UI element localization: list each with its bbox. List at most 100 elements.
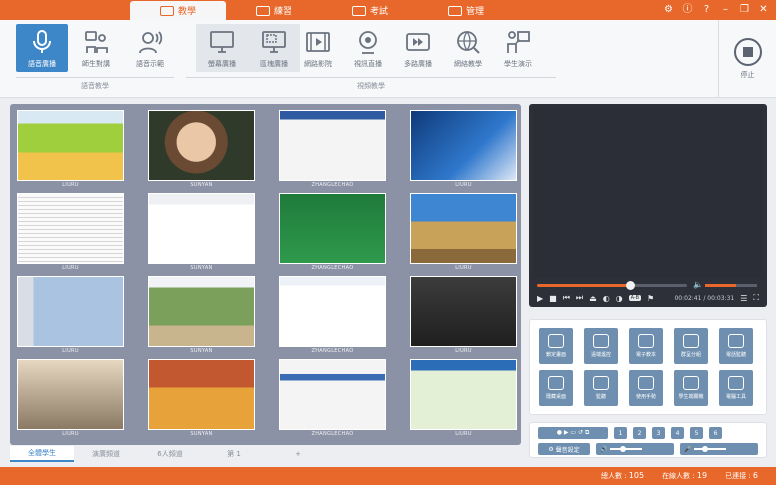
video-live-button[interactable]: 視訊直播 [342, 24, 394, 72]
student-thumbnail[interactable]: ZHANGLECHAO [279, 359, 386, 438]
tab-group-1[interactable]: 第 1 [202, 446, 266, 462]
tool-label: 群呈分組 [680, 352, 701, 358]
group-tabs: 全體學生 演廣頻道 6人頻道 第 1 + [10, 446, 521, 462]
video-progress-knob[interactable] [626, 281, 635, 290]
network-cinema-button[interactable]: 網路影院 [292, 24, 344, 72]
settings-icon[interactable]: ⚙ [662, 3, 675, 16]
group-icon [683, 334, 699, 348]
add-tab-button[interactable]: + [266, 446, 330, 462]
student-thumbnail[interactable]: LIURU [410, 193, 517, 272]
student-name: ZHANGLECHAO [311, 182, 354, 188]
help-icon[interactable]: ? [700, 3, 713, 16]
tab-teach[interactable]: 教學 [130, 1, 226, 20]
stop-button[interactable] [733, 38, 762, 66]
volume-icon[interactable]: 🔈 [693, 280, 703, 289]
speaker-volume[interactable]: 🔊 [596, 443, 674, 455]
play-icon[interactable]: ▶ [537, 294, 543, 303]
tab-all-students[interactable]: 全體學生 [10, 446, 74, 462]
screen-group-label: 視頻教學 [186, 77, 556, 91]
voice-demo-button[interactable]: 語音示範 [124, 24, 176, 72]
previous-icon[interactable]: ⏮ [563, 293, 570, 303]
student-thumbnail[interactable]: LIURU [410, 276, 517, 355]
tool-button[interactable]: 遠端遙控 [584, 328, 618, 364]
gear-icon: ⚙ [548, 445, 556, 453]
student-thumbnail[interactable]: ZHANGLECHAO [279, 110, 386, 189]
tab-broadcast-channel[interactable]: 演廣頻道 [74, 446, 138, 462]
tool-button[interactable]: 使用手勢 [629, 370, 663, 406]
next-icon[interactable]: ⏭ [576, 293, 583, 303]
student-thumbnail[interactable]: ZHANGLECHAO [279, 276, 386, 355]
playlist-icon[interactable]: ☰ [740, 294, 747, 303]
video-screen[interactable] [533, 108, 763, 278]
screen-1-button[interactable]: 1 [614, 427, 627, 439]
stop-icon[interactable]: ■ [549, 294, 557, 303]
screen-5-button[interactable]: 5 [690, 427, 703, 439]
student-thumbnail[interactable]: SUNYAN [148, 276, 255, 355]
audio-row: ⚙ 聲音設定 🔊 🎤 [538, 443, 758, 455]
multi-broadcast-button[interactable]: 多路廣播 [392, 24, 444, 72]
student-thumbnail[interactable]: SUNYAN [148, 193, 255, 272]
total-count: 總人數 : 105 [600, 471, 645, 480]
tab-practice[interactable]: 練習 [226, 1, 322, 20]
tool-label: 監聽 [595, 394, 606, 400]
minimize-icon[interactable]: – [719, 3, 732, 16]
student-screen-preview [148, 276, 255, 347]
close-icon[interactable]: ✕ [757, 3, 770, 16]
tool-button[interactable]: 電子教本 [629, 328, 663, 364]
student-screen-preview [279, 359, 386, 430]
student-thumbnail[interactable]: LIURU [17, 193, 124, 272]
student-screen-preview [410, 110, 517, 181]
screen-broadcast-button[interactable]: 螢幕廣播 [196, 24, 248, 72]
student-thumbnail[interactable]: ZHANGLECHAO [279, 193, 386, 272]
screen-selector: ● ▶ ▭ ↺ ⧉ 1 2 3 4 5 6 ⚙ 聲音設定 🔊 🎤 [529, 422, 767, 458]
tab-six-channel[interactable]: 6人頻道 [138, 446, 202, 462]
video-preview: 🔈 ▶ ■ ⏮ ⏭ ⏏ ◐ ◑ A-B ⚑ 00:02:41 / 00:03:3… [529, 104, 767, 307]
student-thumbnail[interactable]: SUNYAN [148, 359, 255, 438]
tool-button[interactable]: 群呈分組 [674, 328, 708, 364]
voice-broadcast-button[interactable]: 語音廣播 [16, 24, 68, 72]
tool-button[interactable]: 隱藏桌面 [539, 370, 573, 406]
video-progress[interactable] [537, 281, 687, 290]
student-name: LIURU [455, 348, 472, 354]
rewind-icon[interactable]: ◐ [603, 294, 610, 303]
screen-control-bar[interactable]: ● ▶ ▭ ↺ ⧉ [538, 427, 608, 439]
mic-volume[interactable]: 🎤 [680, 443, 758, 455]
tab-manage[interactable]: 管理 [418, 1, 514, 20]
student-thumbnail[interactable]: LIURU [410, 110, 517, 189]
intercom-button[interactable]: 師生對講 [70, 24, 122, 72]
tool-button[interactable]: 電腦工具 [719, 370, 753, 406]
video-time: 00:02:41 / 00:03:31 [674, 294, 735, 302]
screen-2-button[interactable]: 2 [633, 427, 646, 439]
student-thumbnail[interactable]: LIURU [410, 359, 517, 438]
sound-settings-button[interactable]: ⚙ 聲音設定 [538, 443, 590, 455]
screen-3-button[interactable]: 3 [652, 427, 665, 439]
student-thumbnail[interactable]: LIURU [17, 110, 124, 189]
fullscreen-icon[interactable]: ⛶ [753, 293, 759, 303]
restore-icon[interactable]: ❐ [738, 3, 751, 16]
tool-button[interactable]: 電話監聽 [719, 328, 753, 364]
student-name: ZHANGLECHAO [311, 348, 354, 354]
student-thumbnail[interactable]: LIURU [17, 359, 124, 438]
ab-repeat-badge[interactable]: A-B [628, 295, 642, 301]
stop-area: 停止 [718, 20, 776, 98]
student-screen-preview [148, 110, 255, 181]
tab-exam[interactable]: 考試 [322, 1, 418, 20]
info-icon[interactable]: ⓘ [681, 3, 694, 16]
volume-slider[interactable] [705, 284, 757, 287]
listen-icon [593, 376, 609, 390]
power-icon [683, 376, 699, 390]
tool-button[interactable]: 鎖定畫面 [539, 328, 573, 364]
student-thumbnail[interactable]: LIURU [17, 276, 124, 355]
forward-icon[interactable]: ◑ [616, 294, 623, 303]
student-thumbnail[interactable]: SUNYAN [148, 110, 255, 189]
tool-button[interactable]: 學生端關機 [674, 370, 708, 406]
practice-icon [255, 5, 270, 16]
student-demo-button[interactable]: 學生演示 [492, 24, 544, 72]
tool-button[interactable]: 監聽 [584, 370, 618, 406]
bookmark-icon[interactable]: ⚑ [647, 294, 654, 303]
screen-4-button[interactable]: 4 [671, 427, 684, 439]
web-teaching-button[interactable]: 網絡教學 [442, 24, 494, 72]
eject-icon[interactable]: ⏏ [589, 294, 597, 303]
hide-desktop-icon [548, 376, 564, 390]
screen-6-button[interactable]: 6 [709, 427, 722, 439]
